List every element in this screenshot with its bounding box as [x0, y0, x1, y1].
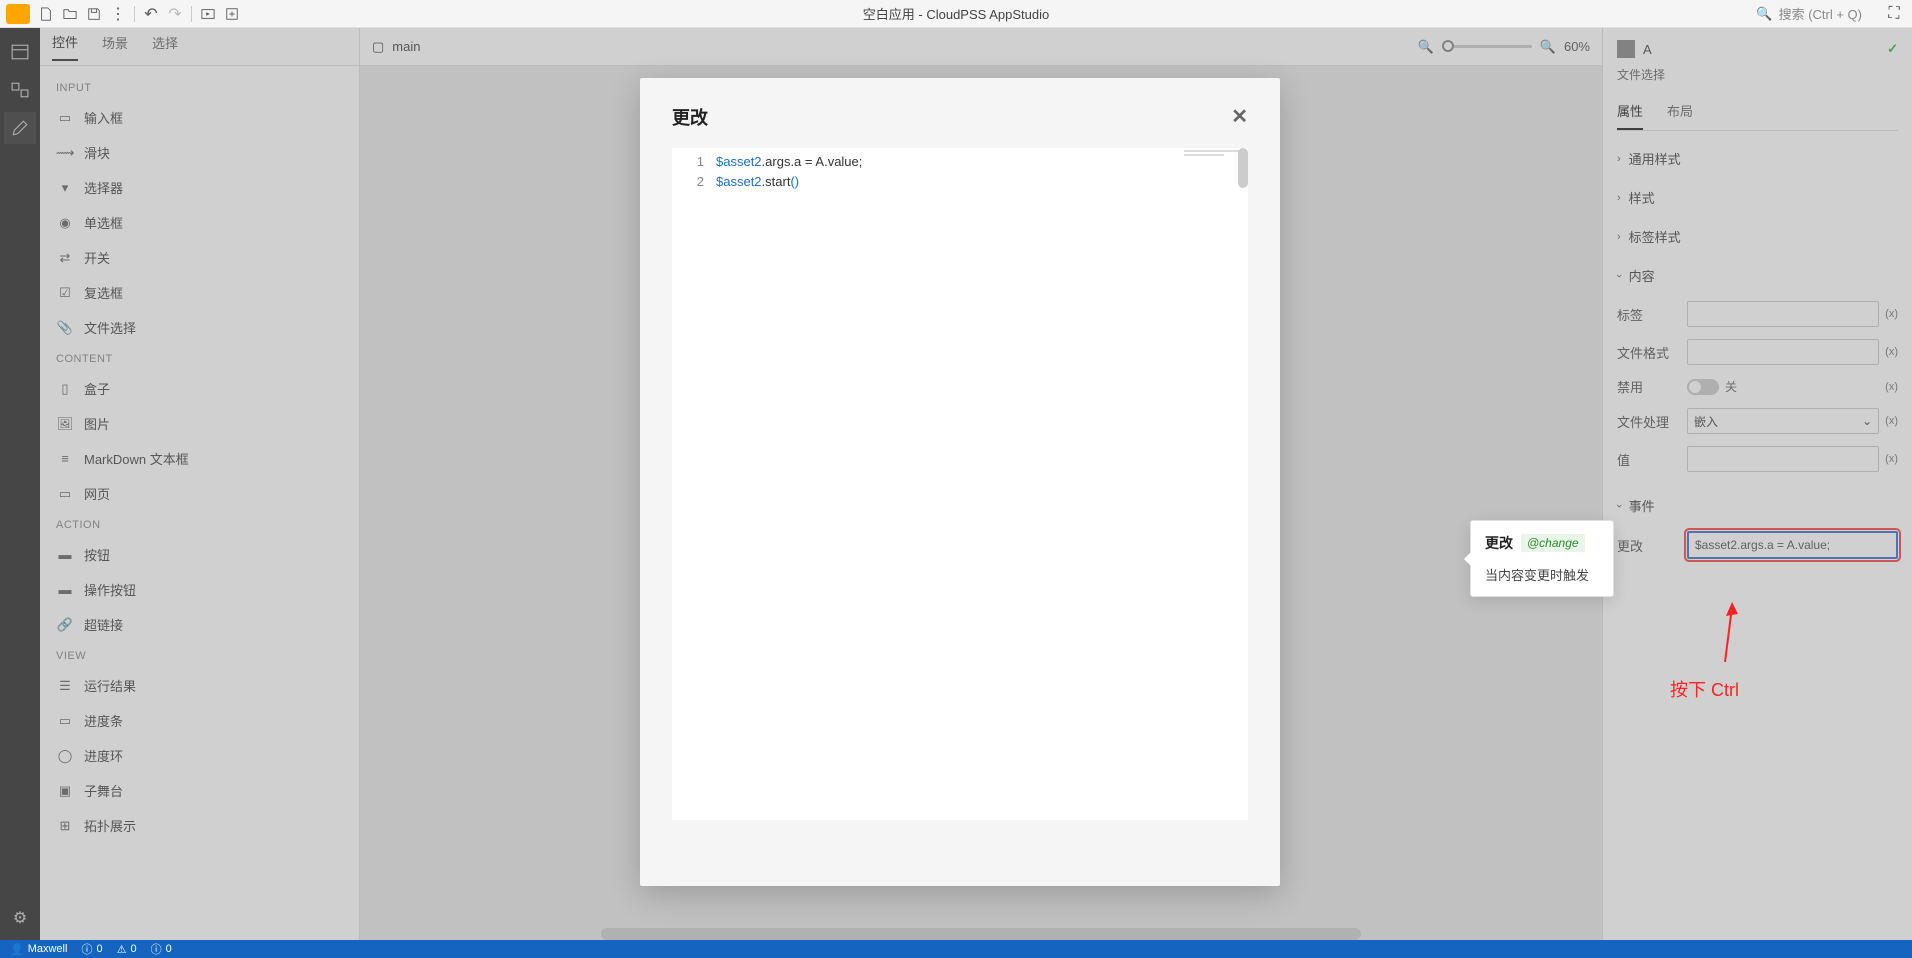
tooltip-badge: @change	[1521, 534, 1585, 552]
line-gutter: 12	[672, 148, 716, 196]
brand-logo	[6, 4, 30, 24]
modal-header: 更改 ✕	[640, 78, 1280, 148]
divider	[191, 6, 192, 22]
minimap[interactable]	[1184, 150, 1244, 170]
code-content[interactable]: $asset2.args.a = A.value; $asset2.start(…	[716, 148, 862, 196]
edit-modal: 更改 ✕ 12 $asset2.args.a = A.value; $asset…	[640, 78, 1280, 886]
top-toolbar: ⋮ ↶ ↷ 空白应用 - CloudPSS AppStudio 🔍 搜索 (Ct…	[0, 0, 1912, 28]
more-icon[interactable]: ⋮	[106, 2, 130, 26]
warning-icon: ⚠	[117, 943, 127, 956]
info-icon: ⓘ	[151, 941, 162, 957]
search-icon: 🔍	[1756, 6, 1772, 22]
divider	[134, 6, 135, 22]
tooltip-arrow	[1464, 552, 1471, 566]
status-user[interactable]: 👤Maxwell	[10, 943, 67, 956]
status-warnings[interactable]: ⚠0	[117, 943, 137, 956]
tooltip-title: 更改	[1485, 533, 1513, 553]
event-tooltip: 更改 @change 当内容变更时触发	[1470, 520, 1614, 597]
status-bar: 👤Maxwell ⓘ0 ⚠0 ⓘ0	[0, 940, 1912, 958]
search-box[interactable]: 🔍 搜索 (Ctrl + Q)	[1756, 4, 1862, 23]
close-icon[interactable]: ✕	[1231, 104, 1248, 130]
undo-icon[interactable]: ↶	[139, 2, 163, 26]
export-icon[interactable]	[220, 2, 244, 26]
status-errors[interactable]: ⓘ0	[81, 941, 102, 957]
annotation-arrow	[1720, 602, 1750, 672]
error-icon: ⓘ	[81, 941, 92, 957]
redo-icon[interactable]: ↷	[163, 2, 187, 26]
modal-title: 更改	[672, 104, 708, 130]
app-title: 空白应用 - CloudPSS AppStudio	[863, 4, 1049, 23]
tooltip-desc: 当内容变更时触发	[1485, 565, 1599, 584]
annotation-text: 按下 Ctrl	[1670, 676, 1739, 702]
fullscreen-icon[interactable]: ⛶	[1882, 2, 1906, 26]
status-info[interactable]: ⓘ0	[151, 941, 172, 957]
save-icon[interactable]	[82, 2, 106, 26]
new-file-icon[interactable]	[34, 2, 58, 26]
editor-scrollbar[interactable]	[1238, 148, 1248, 188]
preview-icon[interactable]	[196, 2, 220, 26]
search-placeholder: 搜索 (Ctrl + Q)	[1779, 4, 1862, 23]
open-folder-icon[interactable]	[58, 2, 82, 26]
user-icon: 👤	[10, 943, 24, 956]
code-editor[interactable]: 12 $asset2.args.a = A.value; $asset2.sta…	[672, 148, 1248, 820]
